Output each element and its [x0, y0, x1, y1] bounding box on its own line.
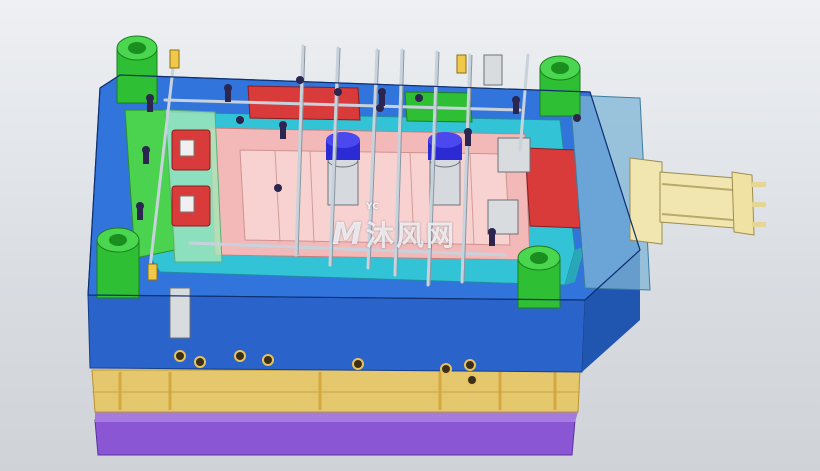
- injection-mold-3d-model: [87, 35, 766, 456]
- bushing-top-left: [116, 35, 158, 104]
- clamp-plate-front: [87, 294, 586, 373]
- core-cavity: [239, 149, 511, 246]
- support-plate: [91, 369, 581, 413]
- bushing-top-right: [539, 55, 581, 117]
- bushing-bottom-left: [96, 227, 140, 299]
- cad-viewport[interactable]: M YC 沐风网: [0, 0, 820, 471]
- bushing-bottom-right: [517, 245, 561, 309]
- right-slider-block: [524, 147, 581, 229]
- bottom-clamp-plate: [94, 419, 576, 456]
- bottom-clamp-plate-top: [95, 412, 578, 422]
- hydraulic-cylinder: [659, 171, 766, 236]
- cylinder-mount: [629, 157, 663, 245]
